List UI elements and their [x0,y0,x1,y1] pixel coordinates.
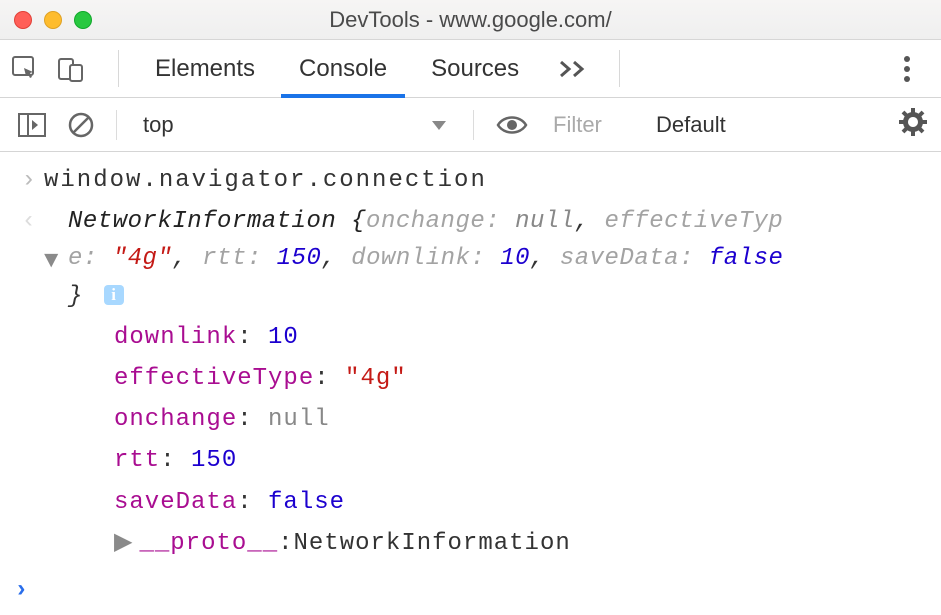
filter-input[interactable] [546,108,636,142]
tab-console[interactable]: Console [277,40,409,97]
proto-row[interactable]: ▶ __proto__: NetworkInformation [114,521,927,562]
more-tabs-button[interactable] [541,40,605,97]
property-row[interactable]: downlink: 10 [114,315,927,356]
tab-label: Sources [431,55,519,83]
device-toolbar-icon[interactable] [58,56,84,82]
context-label: top [143,112,174,138]
gear-icon [899,108,927,136]
object-summary-line1: NetworkInformation {onchange: null, effe… [68,208,783,235]
chevron-right-double-icon [559,60,587,78]
console-output-row: ‹ ▼ NetworkInformation {onchange: null, … [0,199,941,562]
chevron-down-icon [431,112,447,138]
tab-elements[interactable]: Elements [133,40,277,97]
input-marker-icon: › [14,162,44,199]
console-output[interactable]: ▼ NetworkInformation {onchange: null, ef… [44,203,927,562]
main-menu-button[interactable] [885,40,929,97]
info-icon[interactable]: i [104,285,124,305]
console-prompt[interactable]: › [0,562,941,615]
live-expression-button[interactable] [492,107,532,143]
proto-value: NetworkInformation [294,525,571,562]
kebab-icon [903,55,911,83]
context-selector[interactable]: top [135,112,455,138]
window-title: DevTools - www.google.com/ [0,7,941,33]
output-marker-icon: ‹ [14,203,44,240]
console-toolbar: top Default [0,98,941,152]
console-body: › window.navigator.connection ‹ ▼ Networ… [0,152,941,615]
separator [116,110,117,140]
property-row[interactable]: rtt: 150 [114,438,927,479]
separator [473,110,474,140]
separator [118,50,119,87]
panel-tabstrip: Elements Console Sources [0,40,941,98]
disclosure-triangle-icon[interactable]: ▼ [44,243,59,280]
ban-icon [68,112,94,138]
proto-key: __proto__ [139,525,278,562]
eye-icon [496,114,528,136]
show-sidebar-button[interactable] [14,107,50,143]
window-controls [0,11,92,29]
object-summary-line2: e: "4g", rtt: 150, downlink: 10, saveDat… [68,245,783,309]
console-input-row: › window.navigator.connection [0,152,941,199]
tab-sources[interactable]: Sources [409,40,541,97]
property-row[interactable]: onchange: null [114,397,927,438]
separator [619,50,620,87]
tab-label: Elements [155,55,255,83]
console-settings-button[interactable] [899,108,927,142]
minimize-window-button[interactable] [44,11,62,29]
property-row[interactable]: saveData: false [114,480,927,521]
sidebar-icon [18,113,46,137]
prompt-marker-icon: › [14,572,44,609]
inspect-element-icon[interactable] [12,56,40,82]
console-command[interactable]: window.navigator.connection [44,162,927,199]
titlebar: DevTools - www.google.com/ [0,0,941,40]
close-window-button[interactable] [14,11,32,29]
disclosure-triangle-icon[interactable]: ▶ [114,525,133,562]
log-level-selector[interactable]: Default [650,112,732,138]
tab-label: Console [299,55,387,83]
property-row[interactable]: effectiveType: "4g" [114,356,927,397]
object-properties: downlink: 10 effectiveType: "4g" onchang… [68,315,927,562]
clear-console-button[interactable] [64,107,98,143]
zoom-window-button[interactable] [74,11,92,29]
